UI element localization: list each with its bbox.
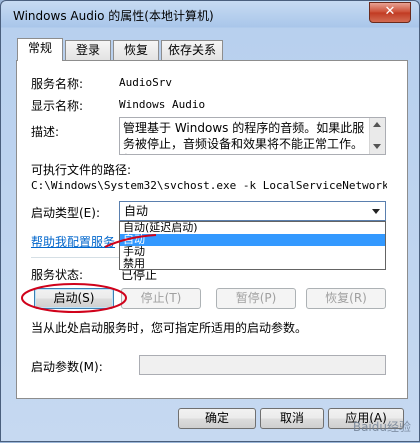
annotation-underline [104,234,157,248]
start-button-highlight-circle [21,283,127,313]
properties-dialog: Windows Audio 的属性(本地计算机) ✕ 常规 登录 恢复 依存关系… [0,0,420,442]
annotation-overlay [21,234,157,313]
